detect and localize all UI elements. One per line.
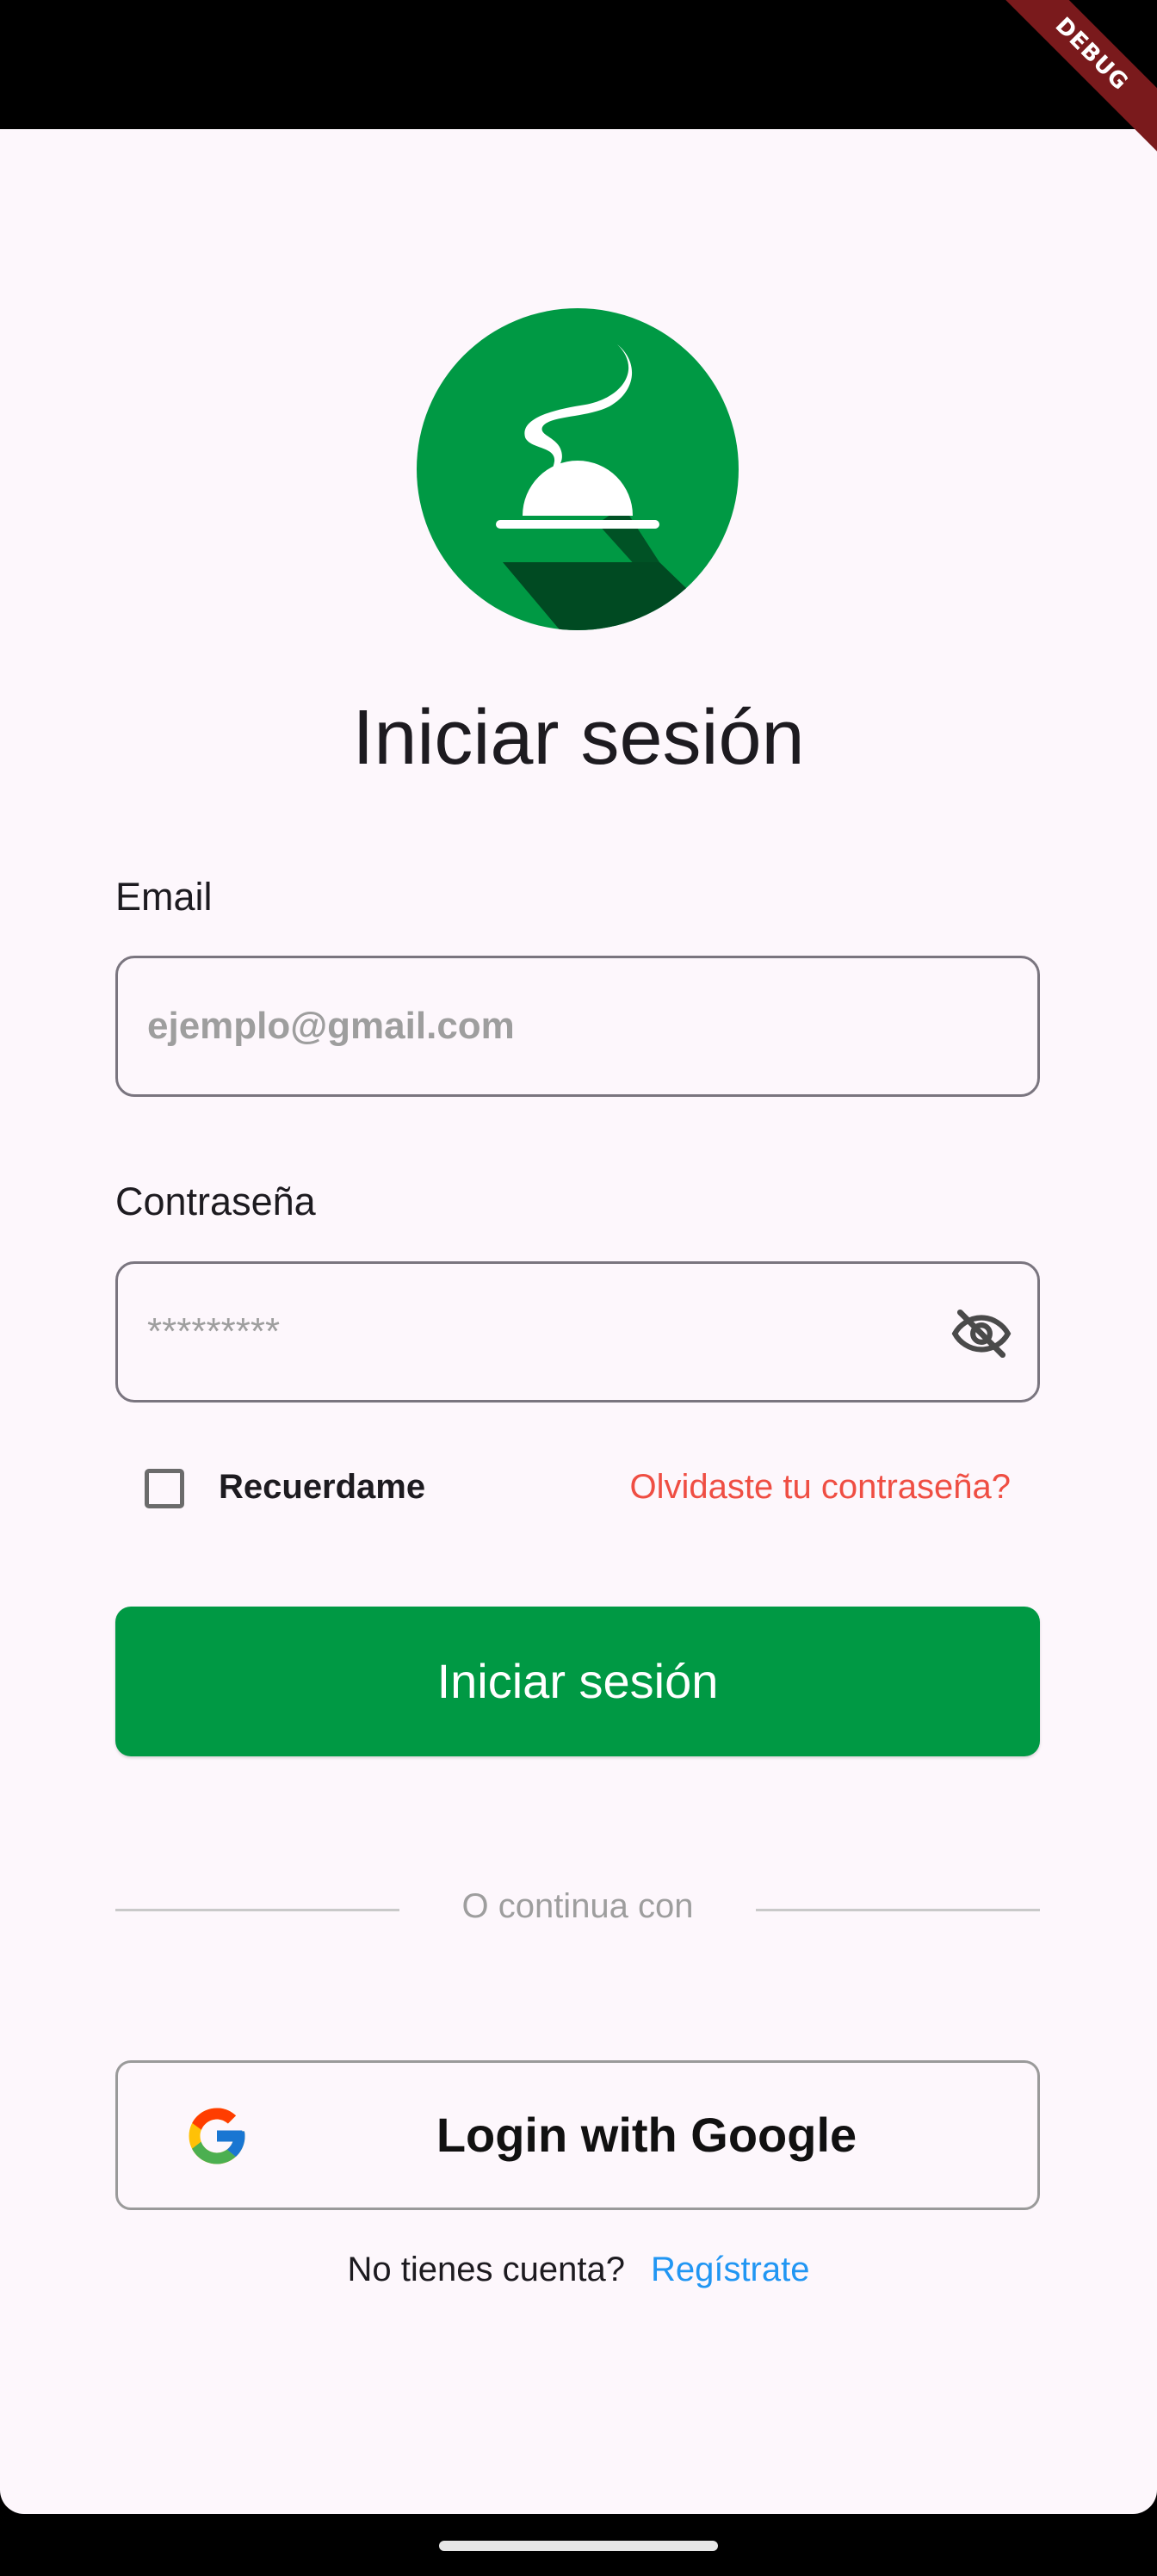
email-field[interactable] [115, 956, 1040, 1097]
status-bar [0, 0, 1157, 129]
google-login-button[interactable]: Login with Google [115, 2060, 1040, 2210]
page-title: Iniciar sesión [352, 695, 805, 781]
remember-row: Recuerdame Olvidaste tu contraseña? [115, 1464, 1040, 1524]
divider-text: O continua con [461, 1887, 694, 1925]
email-input[interactable] [147, 958, 922, 1094]
home-indicator[interactable] [439, 2541, 718, 2551]
password-input[interactable] [147, 1264, 922, 1400]
password-field[interactable] [115, 1261, 1040, 1403]
forgot-password-link[interactable]: Olvidaste tu contraseña? [630, 1468, 1011, 1507]
password-label: Contraseña [115, 1180, 316, 1223]
google-button-label: Login with Google [436, 2108, 857, 2162]
google-icon [189, 2108, 245, 2164]
signup-link[interactable]: Regístrate [651, 2251, 810, 2288]
divider-left [115, 1909, 399, 1911]
eye-off-icon[interactable] [950, 1302, 1013, 1365]
app-logo [417, 308, 739, 630]
no-account-text: No tienes cuenta? [347, 2251, 625, 2288]
divider-right [756, 1909, 1040, 1911]
login-screen: Iniciar sesión Email Contraseña Recuerda… [0, 129, 1157, 2514]
login-button[interactable]: Iniciar sesión [115, 1607, 1040, 1756]
remember-label[interactable]: Recuerdame [219, 1468, 425, 1507]
remember-checkbox[interactable] [145, 1469, 184, 1508]
email-label: Email [115, 875, 213, 919]
signup-row: No tienes cuenta? Regístrate [0, 2251, 1157, 2289]
